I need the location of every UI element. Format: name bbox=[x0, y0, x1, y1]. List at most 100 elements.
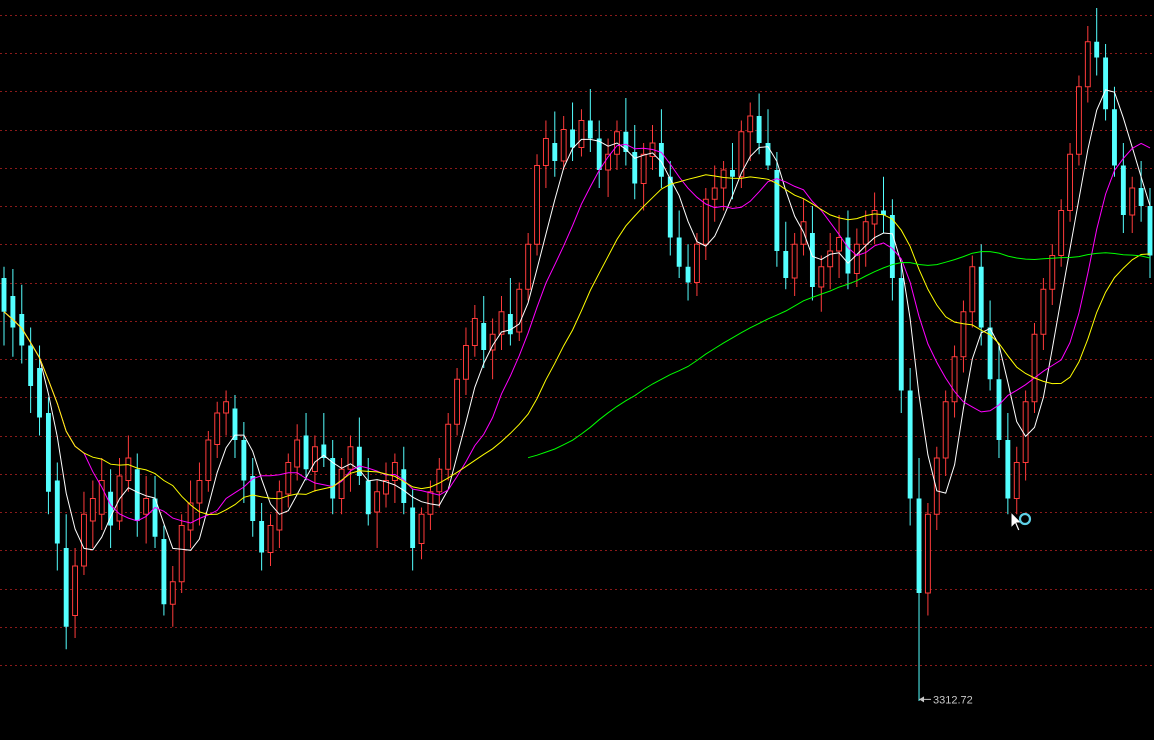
candle-body-up bbox=[720, 169, 727, 189]
candle-body-up bbox=[1013, 462, 1020, 499]
candle-body-down bbox=[978, 266, 984, 328]
moving-average-lines bbox=[3, 89, 1151, 551]
candle-body-up bbox=[969, 266, 976, 313]
candle-body-up bbox=[72, 565, 79, 616]
candle-body-up bbox=[1040, 288, 1047, 335]
candle-body-down bbox=[587, 120, 593, 139]
candle-body-up bbox=[640, 153, 647, 184]
candle-body-down bbox=[889, 215, 895, 278]
candle-body-up bbox=[471, 318, 478, 346]
candle-body-up bbox=[818, 266, 825, 288]
candle-body-down bbox=[19, 314, 25, 346]
candle-body-up bbox=[285, 462, 292, 495]
candle-body-down bbox=[596, 138, 602, 170]
candle-body-down bbox=[1103, 57, 1109, 110]
candle-body-down bbox=[410, 507, 416, 548]
candle-body-down bbox=[809, 233, 815, 287]
candle-body-up bbox=[1031, 333, 1038, 403]
candle-body-up bbox=[178, 525, 185, 583]
candle-body-down bbox=[37, 368, 42, 418]
candle-body-down bbox=[401, 469, 407, 503]
candle-body-down bbox=[10, 296, 16, 328]
candle-body-down bbox=[134, 469, 140, 521]
ma10-line bbox=[3, 142, 1151, 524]
candle-body-up bbox=[196, 480, 203, 504]
candle-body-down bbox=[45, 413, 51, 492]
candle-body-down bbox=[907, 390, 913, 499]
candle-body-down bbox=[756, 116, 762, 143]
candle-body-up bbox=[205, 439, 212, 481]
candle-body-up bbox=[98, 480, 105, 515]
low-price-label: 3312.72 bbox=[933, 694, 973, 706]
candle-body-up bbox=[169, 581, 176, 605]
candle-body-up bbox=[1049, 255, 1056, 290]
candle-body-up bbox=[1084, 41, 1091, 88]
candle-body-up bbox=[374, 491, 381, 513]
candle-body-down bbox=[783, 251, 789, 278]
candle-body-up bbox=[942, 401, 949, 459]
candle-body-down bbox=[259, 521, 265, 553]
candle-body-up bbox=[853, 243, 860, 274]
candle-body-down bbox=[1, 278, 7, 312]
candle-body-down bbox=[63, 548, 69, 627]
candle-body-up bbox=[693, 243, 700, 283]
candle-body-up bbox=[542, 138, 549, 166]
candle-body-down bbox=[552, 143, 558, 161]
candle-body-down bbox=[730, 170, 735, 177]
candle-body-down bbox=[28, 345, 34, 386]
candle-body-down bbox=[685, 266, 691, 283]
candle-body-down bbox=[667, 176, 673, 238]
candle-body-down bbox=[1138, 188, 1144, 206]
candle-body-up bbox=[836, 237, 843, 252]
candle-body-down bbox=[1112, 109, 1117, 166]
candle-body-down bbox=[676, 237, 682, 267]
busy-cursor-icon bbox=[1009, 510, 1035, 536]
candle-body-down bbox=[365, 480, 371, 515]
candle-body-up bbox=[445, 423, 452, 470]
candle-body-up bbox=[525, 243, 532, 290]
candles bbox=[1, 8, 1153, 701]
candle-body-down bbox=[845, 237, 851, 274]
annotations: 3312.72 bbox=[919, 694, 973, 706]
candle-body-up bbox=[1067, 153, 1073, 211]
ma60-line bbox=[527, 251, 1151, 459]
candle-body-down bbox=[241, 440, 247, 481]
kline-chart[interactable]: 3312.72 bbox=[0, 0, 1154, 740]
candle-body-down bbox=[1094, 41, 1100, 58]
candle-body-up bbox=[276, 491, 283, 531]
candle-body-up bbox=[267, 525, 274, 553]
candle-body-up bbox=[711, 187, 718, 200]
candle-body-down bbox=[54, 480, 60, 544]
candle-body-up bbox=[454, 378, 461, 425]
kline-plot[interactable]: 3312.72 bbox=[0, 0, 1154, 740]
candle-body-up bbox=[560, 129, 567, 162]
ma20-line bbox=[3, 174, 1151, 516]
candle-body-down bbox=[161, 539, 167, 605]
candle-body-down bbox=[481, 323, 487, 350]
candle-body-up bbox=[871, 210, 878, 225]
candle-body-up bbox=[436, 468, 443, 493]
candle-body-up bbox=[125, 457, 132, 481]
candle-body-up bbox=[1022, 401, 1029, 463]
candle-body-up bbox=[338, 468, 345, 499]
candle-body-up bbox=[862, 221, 869, 245]
candle-body-down bbox=[303, 435, 309, 470]
candle-body-down bbox=[916, 498, 922, 593]
candle-body-up bbox=[1075, 86, 1082, 155]
candle-body-up bbox=[951, 356, 958, 403]
candle-body-up bbox=[534, 165, 540, 245]
candle-body-up bbox=[294, 439, 301, 468]
candle-body-up bbox=[747, 115, 754, 133]
candle-body-up bbox=[143, 498, 150, 515]
candle-body-up bbox=[702, 198, 709, 245]
candle-body-up bbox=[933, 457, 940, 515]
candle-body-down bbox=[996, 379, 1002, 440]
candle-body-up bbox=[960, 311, 967, 358]
low-marker-arrowhead bbox=[919, 696, 925, 703]
candle-body-up bbox=[924, 513, 931, 594]
candle-body-up bbox=[187, 502, 194, 531]
candle-body-up bbox=[827, 250, 834, 268]
candle-body-up bbox=[791, 243, 798, 279]
candle-body-up bbox=[347, 446, 354, 470]
candle-body-down bbox=[1005, 440, 1011, 499]
